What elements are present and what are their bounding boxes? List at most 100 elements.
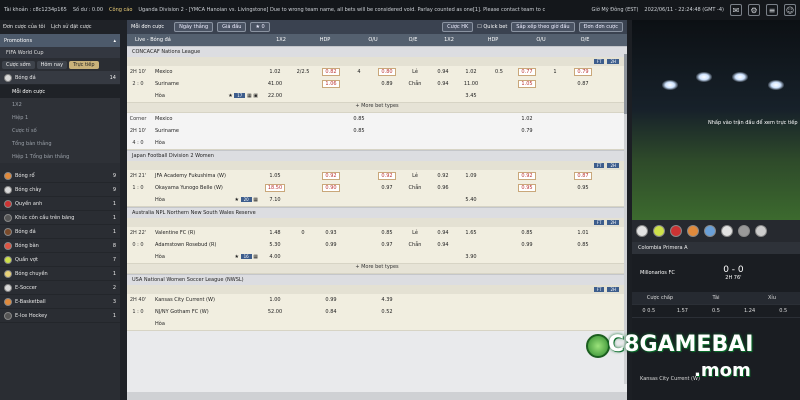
sidebar-item-sport[interactable]: Bóng đá 1 (0, 225, 120, 239)
date-button[interactable]: Ngày thắng (174, 22, 214, 32)
sidebar-item-sport[interactable]: E-Ice Hockey 1 (0, 309, 120, 323)
odds-button[interactable]: Giá đầu (217, 22, 247, 32)
league-header[interactable]: Australia NPL Northern New South Wales R… (127, 207, 627, 218)
volleyball-icon[interactable] (721, 225, 733, 237)
collapse-icon[interactable]: ▴ (113, 38, 116, 44)
odds-cell[interactable]: 4.00 (261, 254, 289, 260)
odds-cell[interactable]: 0.92 (429, 173, 457, 179)
market-count-badge[interactable]: 17 (234, 93, 246, 98)
odds-cell[interactable]: 0.95 (569, 185, 597, 191)
more-bet-types-link[interactable]: + More bet types (127, 263, 627, 273)
sidebar-item-soccer[interactable]: Bóng đá 14 (0, 71, 120, 85)
odds-cell[interactable]: 11.00 (457, 81, 485, 87)
odds-cell[interactable]: 18.50 (264, 184, 286, 192)
market-count-badge[interactable]: 16 (240, 254, 252, 259)
sidebar-item-sport[interactable]: Khúc côn cầu trên băng 1 (0, 211, 120, 225)
odds-cell[interactable]: 1.48 (261, 230, 289, 236)
user-icon[interactable]: ☺ (784, 4, 796, 16)
odds-cell[interactable]: 0.99 (317, 242, 345, 248)
odds-cell[interactable]: 4.39 (373, 297, 401, 303)
odds-cell[interactable]: 0.85 (373, 230, 401, 236)
odds-cell[interactable]: 0.97 (373, 242, 401, 248)
odds-cell[interactable]: 0.92 (378, 172, 396, 180)
tab-2h[interactable]: 2H (607, 287, 619, 292)
odds-cell[interactable]: 0.94 (429, 81, 457, 87)
odds-cell[interactable]: 1.05 (261, 173, 289, 179)
odds-cell[interactable]: 5.40 (457, 197, 485, 203)
soccer-ball-icon[interactable] (636, 225, 648, 237)
odds-cell[interactable]: 0.79 (513, 128, 541, 134)
odds-cell[interactable]: 1.00 (261, 297, 289, 303)
odds-cell[interactable]: 1.02 (261, 69, 289, 75)
more-sports-icon[interactable] (755, 225, 767, 237)
basketball-icon[interactable] (687, 225, 699, 237)
odds-cell[interactable]: 52.00 (261, 309, 289, 315)
pill-today[interactable]: Hôm nay (36, 60, 68, 69)
quick-bet-toggle[interactable]: ☐ Quick bet (477, 24, 507, 30)
sidebar-sub-item[interactable]: Hiệp 1 Tổng bàn thắng (0, 150, 120, 163)
league-header[interactable]: USA National Women Soccer League (NWSL) (127, 274, 627, 285)
sidebar-sub-item[interactable]: Tổng bàn thắng (0, 137, 120, 150)
horizontal-scrollbar[interactable] (127, 392, 627, 400)
tab-bet-history[interactable]: Lịch sử đặt cược (51, 24, 92, 30)
odds-cell[interactable]: 0.95 (518, 184, 536, 192)
odds-cell[interactable]: 0.94 (429, 230, 457, 236)
sidebar-item-sport[interactable]: Bóng rổ 9 (0, 169, 120, 183)
timezone-label[interactable]: Giờ Mỹ Đông (EST) (591, 7, 638, 13)
odds-cell[interactable]: 0.85 (345, 128, 373, 134)
odds-cell[interactable]: 1.01 (569, 230, 597, 236)
odds-cell[interactable]: 0.99 (317, 297, 345, 303)
tennis-icon[interactable] (653, 225, 665, 237)
odds-cell[interactable]: 1.05 (518, 80, 536, 88)
odds-cell[interactable]: 0.92 (322, 172, 340, 180)
odds-cell[interactable]: 1.06 (322, 80, 340, 88)
odds-cell[interactable]: 3.45 (457, 93, 485, 99)
odds-cell[interactable]: 7.10 (261, 197, 289, 203)
odds-cell[interactable]: 0.52 (373, 309, 401, 315)
baseball-icon[interactable] (670, 225, 682, 237)
odds-cell[interactable]: 5.30 (261, 242, 289, 248)
menu-icon[interactable]: ≡ (766, 4, 778, 16)
sidebar-splitter[interactable] (120, 20, 127, 400)
esport-icon[interactable] (704, 225, 716, 237)
more-bet-types-link[interactable]: + More bet types (127, 102, 627, 112)
odds-type-select[interactable]: Cược HK (442, 22, 474, 32)
odds-cell[interactable]: 0.85 (569, 242, 597, 248)
sidebar-item-sport[interactable]: E-Soccer 2 (0, 281, 120, 295)
favorites-button[interactable]: ★ 0 (250, 22, 270, 32)
scrollbar-thumb[interactable] (624, 54, 627, 114)
sidebar-item-sport[interactable]: Bóng chuyền 1 (0, 267, 120, 281)
sidebar-sub-item[interactable]: Mỗi đơn cược (0, 85, 120, 98)
odds-cell[interactable]: 0.93 (317, 230, 345, 236)
odds-cell[interactable]: 0.90 (322, 184, 340, 192)
odds-cell[interactable]: 1.65 (457, 230, 485, 236)
sidebar-item-sport[interactable]: E-Basketball 3 (0, 295, 120, 309)
sidebar-item-sport[interactable]: Bóng bàn 8 (0, 239, 120, 253)
market-count-badge[interactable]: 20 (240, 197, 252, 202)
tab-my-bets[interactable]: Đơn cược của tôi (3, 24, 45, 30)
odds-cell[interactable]: 0.97 (373, 185, 401, 191)
league-header[interactable]: CONCACAF Nations League (127, 46, 627, 57)
tab-ft[interactable]: FT (593, 59, 605, 64)
tab-2h[interactable]: 2H (607, 220, 619, 225)
league-header[interactable]: Japan Football Division 2 Women (127, 150, 627, 161)
sidebar-sub-item[interactable]: Hiệp 1 (0, 111, 120, 124)
tab-2h[interactable]: 2H (607, 163, 619, 168)
odds-cell[interactable]: 0.87 (574, 172, 592, 180)
odds-cell[interactable]: 0.94 (429, 242, 457, 248)
rp-odds[interactable]: 1.57 (666, 308, 700, 314)
tab-ft[interactable]: FT (593, 163, 605, 168)
sidebar-item-sport[interactable]: Bóng chày 9 (0, 183, 120, 197)
single-bet-button[interactable]: Đơn đơn cược (578, 22, 623, 32)
tab-ft[interactable]: FT (593, 287, 605, 292)
odds-cell[interactable]: 1.02 (513, 116, 541, 122)
live-stream-area[interactable]: Nhấp vào trận đấu để xem trực tiếp (632, 20, 800, 220)
mail-icon[interactable]: ✉ (730, 4, 742, 16)
odds-cell[interactable]: 0.82 (322, 68, 340, 76)
tab-2h[interactable]: 2H (607, 59, 619, 64)
odds-cell[interactable]: 1.02 (457, 69, 485, 75)
sidebar-item-fifa[interactable]: FIFA World Cup (0, 47, 120, 58)
odds-cell[interactable]: 0.85 (345, 116, 373, 122)
odds-cell[interactable]: 0.92 (518, 172, 536, 180)
rp-odds[interactable]: 1.24 (733, 308, 767, 314)
